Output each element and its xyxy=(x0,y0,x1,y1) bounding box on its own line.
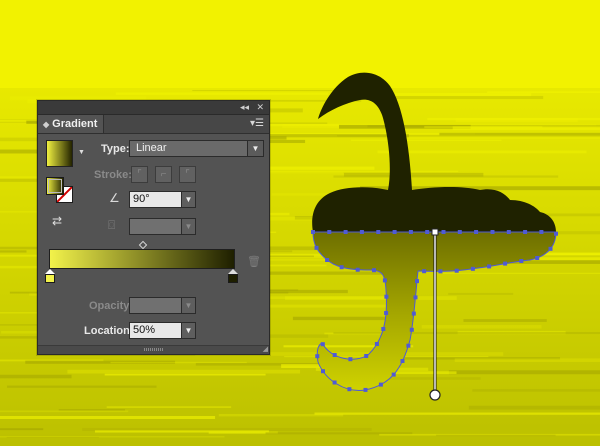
aspect-ratio-input[interactable] xyxy=(129,218,182,235)
anchor-point[interactable] xyxy=(392,230,397,234)
anchor-point[interactable] xyxy=(327,230,332,234)
anchor-point[interactable] xyxy=(339,265,344,270)
anchor-point[interactable] xyxy=(332,380,337,385)
anchor-point[interactable] xyxy=(490,230,495,234)
chevron-down-icon[interactable]: ▼ xyxy=(78,149,85,156)
panel-footer: ◢ xyxy=(38,345,269,354)
anchor-point[interactable] xyxy=(355,267,360,272)
aspect-ratio-dropdown[interactable]: ▼ xyxy=(181,218,196,235)
opacity-label: Opacity: xyxy=(89,300,134,312)
stroke-label: Stroke: xyxy=(94,169,132,181)
anchor-point[interactable] xyxy=(411,311,416,316)
panel-titlebar[interactable]: ◂◂ ✕ xyxy=(38,101,269,115)
gradient-panel: ◂◂ ✕ ◆ Gradient ▾☰ ▼ ⇄ Type: Linear ▼ Str… xyxy=(37,100,270,355)
anchor-point[interactable] xyxy=(376,230,381,234)
anchor-point[interactable] xyxy=(382,278,387,283)
anchor-point[interactable] xyxy=(343,230,348,234)
gradient-annotator-end-handle[interactable] xyxy=(429,389,441,401)
updown-arrow-icon[interactable]: ◆ xyxy=(43,120,49,129)
panel-tabbar: ◆ Gradient ▾☰ xyxy=(38,115,269,134)
anchor-point[interactable] xyxy=(311,230,315,234)
anchor-point[interactable] xyxy=(391,372,396,377)
anchor-point[interactable] xyxy=(384,311,389,315)
anchor-point[interactable] xyxy=(408,230,413,234)
anchor-point[interactable] xyxy=(325,258,330,262)
type-label: Type: xyxy=(101,143,130,155)
chevron-down-icon: ▼ xyxy=(247,141,263,156)
double-chevron-left-icon[interactable]: ◂◂ xyxy=(240,101,249,114)
angle-icon: ∠ xyxy=(109,191,120,205)
location-input[interactable]: 50% xyxy=(129,322,182,339)
anchor-point[interactable] xyxy=(554,231,558,236)
resize-corner-icon[interactable]: ◢ xyxy=(263,346,268,354)
tab-gradient[interactable]: ◆ Gradient xyxy=(38,115,105,133)
anchor-point[interactable] xyxy=(425,230,430,234)
anchor-point[interactable] xyxy=(348,357,353,362)
gradient-stop-end[interactable] xyxy=(228,269,238,283)
swan-silhouette[interactable] xyxy=(312,72,556,233)
anchor-point[interactable] xyxy=(384,294,389,299)
type-select[interactable]: Linear ▼ xyxy=(129,140,264,157)
anchor-point[interactable] xyxy=(441,230,446,234)
gradient-midpoint[interactable] xyxy=(138,240,148,250)
anchor-point[interactable] xyxy=(332,353,337,357)
resize-grip[interactable] xyxy=(144,348,164,351)
anchor-point[interactable] xyxy=(347,387,352,392)
aspect-ratio-icon: ⌼ xyxy=(108,218,116,232)
angle-input[interactable]: 90° xyxy=(129,191,182,208)
anchor-point[interactable] xyxy=(372,268,376,273)
anchor-point[interactable] xyxy=(321,369,325,374)
trash-icon[interactable]: 🗑 xyxy=(247,255,261,268)
anchor-point[interactable] xyxy=(363,387,368,392)
anchor-point[interactable] xyxy=(457,230,462,234)
location-label: Location: xyxy=(84,325,134,337)
anchor-point[interactable] xyxy=(506,230,511,234)
anchor-point[interactable] xyxy=(535,256,540,260)
gradient-annotator-start-handle[interactable] xyxy=(431,228,439,236)
anchor-point[interactable] xyxy=(487,264,492,269)
location-dropdown[interactable]: ▼ xyxy=(181,322,196,339)
stroke-within-button[interactable]: ⌜ xyxy=(131,166,148,183)
close-icon[interactable]: ✕ xyxy=(256,101,264,114)
anchor-point[interactable] xyxy=(378,382,383,387)
angle-dropdown[interactable]: ▼ xyxy=(181,191,196,208)
anchor-point[interactable] xyxy=(422,269,427,274)
anchor-point[interactable] xyxy=(381,327,386,331)
anchor-point[interactable] xyxy=(519,259,524,263)
anchor-point[interactable] xyxy=(503,261,508,266)
reverse-gradient-icon[interactable]: ⇄ xyxy=(52,214,62,228)
anchor-point[interactable] xyxy=(438,269,443,274)
anchor-point[interactable] xyxy=(320,342,325,347)
opacity-input[interactable] xyxy=(129,297,182,314)
anchor-point[interactable] xyxy=(548,246,553,251)
panel-menu-icon[interactable]: ▾☰ xyxy=(250,118,264,130)
anchor-point[interactable] xyxy=(374,342,379,346)
anchor-point[interactable] xyxy=(523,230,528,234)
stroke-across-button[interactable]: ⌜ xyxy=(179,166,196,183)
anchor-point[interactable] xyxy=(415,279,419,284)
opacity-dropdown[interactable]: ▼ xyxy=(181,297,196,314)
anchor-point[interactable] xyxy=(454,268,459,273)
anchor-point[interactable] xyxy=(364,354,369,358)
anchor-point[interactable] xyxy=(413,295,418,300)
anchor-point[interactable] xyxy=(539,230,544,234)
anchor-point[interactable] xyxy=(315,354,320,359)
anchor-point[interactable] xyxy=(359,230,364,234)
anchor-point[interactable] xyxy=(406,343,411,348)
anchor-point[interactable] xyxy=(474,230,479,234)
anchor-point[interactable] xyxy=(314,245,319,250)
gradient-stop-start[interactable] xyxy=(45,269,55,283)
anchor-point[interactable] xyxy=(409,327,414,332)
anchor-point[interactable] xyxy=(400,359,405,363)
gradient-slider[interactable] xyxy=(49,249,235,269)
gradient-thumbnail[interactable] xyxy=(46,140,73,167)
anchor-point[interactable] xyxy=(470,266,475,271)
fill-swatch[interactable] xyxy=(46,177,64,195)
stroke-along-button[interactable]: ⌐ xyxy=(155,166,172,183)
